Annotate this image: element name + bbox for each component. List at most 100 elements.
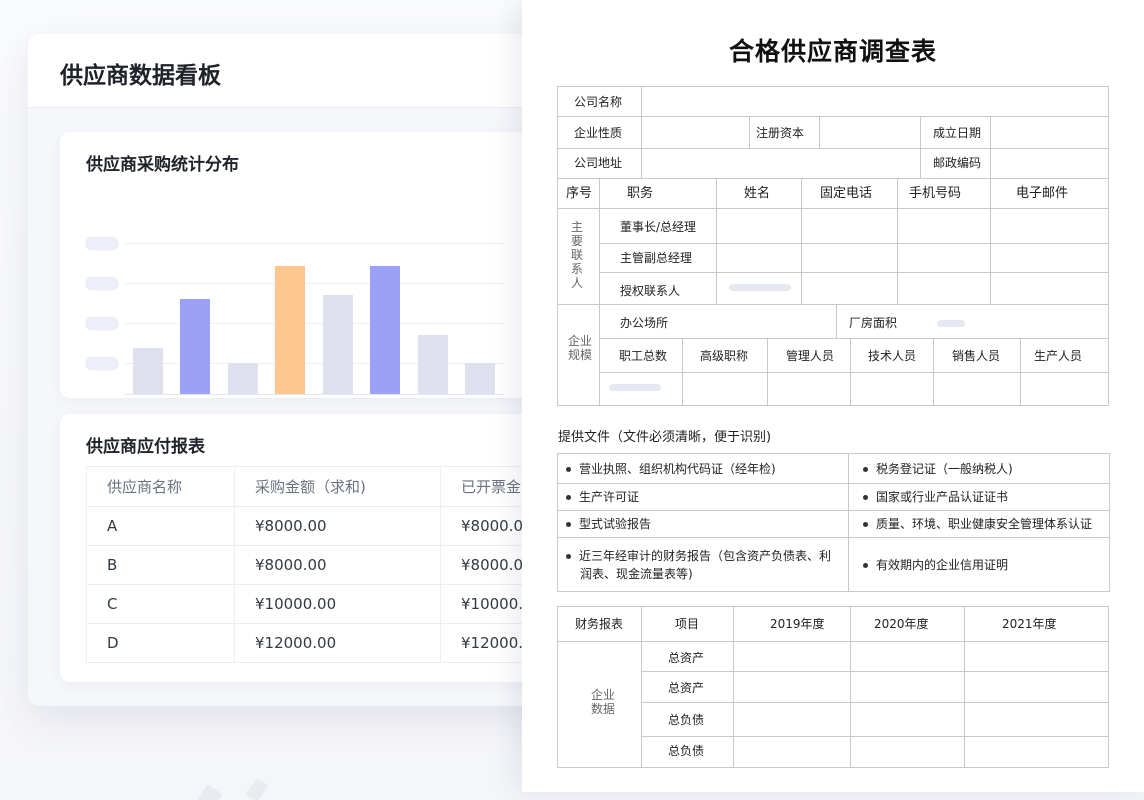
- grid-line: [557, 591, 1110, 592]
- purchase-amount-cell: ¥8000.00: [235, 546, 441, 585]
- grid-line: [599, 272, 1109, 273]
- doc-item: 税务登记证（一般纳税人): [863, 463, 1013, 475]
- registered-capital-label: 注册资本: [756, 127, 804, 139]
- grid-line: [599, 372, 1109, 373]
- purchase-amount-cell: ¥10000.00: [235, 585, 441, 624]
- grid-line: [557, 606, 1109, 607]
- doc-item: 有效期内的企业信用证明: [863, 559, 1008, 571]
- form-title: 合格供应商调查表: [522, 32, 1144, 68]
- payables-card: 供应商应付报表 供应商名称 采购金额（求和) 已开票金 A ¥8000.00 ¥…: [60, 414, 580, 682]
- bullet-icon: [863, 467, 868, 472]
- staff-header-sales: 销售人员: [952, 350, 1000, 362]
- table-row[interactable]: C ¥10000.00 ¥10000.: [87, 585, 561, 624]
- grid-line: [557, 178, 1109, 179]
- grid-line: [920, 116, 921, 178]
- grid-line: [716, 178, 717, 304]
- payables-card-title: 供应商应付报表: [86, 432, 205, 457]
- supplier-name-cell: A: [87, 507, 235, 546]
- grid-line: [836, 304, 837, 338]
- grid-line: [557, 86, 558, 406]
- bullet-icon: [566, 554, 571, 559]
- table-row[interactable]: D ¥12000.00 ¥12000.: [87, 624, 561, 663]
- grid-line: [848, 453, 849, 592]
- grid-line: [599, 243, 1109, 244]
- grid-line: [990, 116, 991, 178]
- staff-header-senior: 高级职称: [700, 350, 748, 362]
- company-type-label: 企业性质: [574, 127, 622, 139]
- dashboard-title: 供应商数据看板: [60, 56, 221, 90]
- grid-line: [801, 178, 802, 304]
- bullet-icon: [863, 495, 868, 500]
- purchase-amount-cell: ¥8000.00: [235, 507, 441, 546]
- main-contacts-label: 主要联系人: [570, 220, 584, 290]
- doc-item-text: 生产许可证: [579, 490, 639, 504]
- grid-line: [641, 606, 642, 768]
- y-axis-label-placeholder: [85, 237, 119, 251]
- grid-line: [557, 537, 1110, 538]
- chart-bar[interactable]: [323, 295, 353, 394]
- grid-line: [557, 767, 1109, 768]
- background-stripe: [246, 778, 269, 800]
- doc-item: 国家或行业产品认证证书: [863, 491, 1008, 503]
- postcode-label: 邮政编码: [933, 157, 981, 169]
- y-axis-label-placeholder: [85, 357, 119, 371]
- finance-header-2020: 2020年度: [874, 618, 929, 630]
- page-canvas: 供应商数据看板 供应商采购统计分布 供应商应付报表 供应商名称 采购金额（求和)…: [0, 0, 1144, 800]
- grid-line: [557, 453, 558, 592]
- name-placeholder-bar: [729, 284, 791, 291]
- grid-line: [1108, 606, 1109, 768]
- supplier-name-cell: B: [87, 546, 235, 585]
- grid-line: [641, 702, 1109, 703]
- chart-bar[interactable]: [228, 363, 258, 394]
- dashboard-header: 供应商数据看板: [28, 34, 588, 108]
- purchase-amount-cell: ¥12000.00: [235, 624, 441, 663]
- doc-item-text: 有效期内的企业信用证明: [876, 558, 1008, 572]
- contact-role-authorized: 授权联系人: [620, 285, 680, 297]
- finance-item: 总负债: [668, 745, 704, 757]
- staff-header-management: 管理人员: [786, 350, 834, 362]
- address-label: 公司地址: [574, 157, 622, 169]
- doc-item-text: 国家或行业产品认证证书: [876, 490, 1008, 504]
- grid-line: [1108, 86, 1109, 406]
- finance-header-report: 财务报表: [575, 618, 623, 630]
- background-stripe: [187, 784, 222, 800]
- purchase-chart-card: 供应商采购统计分布: [60, 132, 580, 398]
- grid-line: [557, 453, 1110, 454]
- grid-line: [557, 510, 1110, 511]
- chart-bar[interactable]: [418, 335, 448, 394]
- chart-bar[interactable]: [275, 266, 305, 394]
- y-axis-label-placeholder: [85, 277, 119, 291]
- doc-item: 型式试验报告: [566, 518, 651, 530]
- chart-bar[interactable]: [465, 363, 495, 394]
- grid-line: [1020, 338, 1021, 405]
- chart-bar[interactable]: [370, 266, 400, 394]
- finance-header-2021: 2021年度: [1002, 618, 1057, 630]
- chart-bar[interactable]: [133, 348, 163, 394]
- grid-line: [990, 178, 991, 304]
- table-row[interactable]: B ¥8000.00 ¥8000.0: [87, 546, 561, 585]
- founded-date-label: 成立日期: [933, 127, 981, 139]
- grid-line: [557, 208, 1109, 209]
- grid-line: [557, 641, 1109, 642]
- factory-area-placeholder-bar: [937, 320, 965, 327]
- contact-header-name: 姓名: [744, 187, 770, 200]
- purchase-bar-chart: [60, 132, 580, 398]
- factory-area-label: 厂房面积: [849, 317, 897, 329]
- contact-header-no: 序号: [566, 187, 592, 200]
- grid-line: [557, 405, 1109, 406]
- grid-line: [557, 116, 1109, 117]
- grid-line: [682, 338, 683, 405]
- column-header-purchase-amount[interactable]: 采购金额（求和): [235, 467, 441, 507]
- table-row[interactable]: A ¥8000.00 ¥8000.0: [87, 507, 561, 546]
- bullet-icon: [863, 522, 868, 527]
- staff-header-total: 职工总数: [619, 350, 667, 362]
- grid-line: [964, 606, 965, 768]
- column-header-supplier[interactable]: 供应商名称: [87, 467, 235, 507]
- payables-table: 供应商名称 采购金额（求和) 已开票金 A ¥8000.00 ¥8000.0 B…: [86, 466, 561, 663]
- grid-line: [557, 86, 1109, 87]
- supplier-name-cell: D: [87, 624, 235, 663]
- bullet-icon: [566, 522, 571, 527]
- office-area-label: 办公场所: [620, 317, 668, 329]
- chart-bar[interactable]: [180, 299, 210, 394]
- finance-item: 总资产: [668, 652, 704, 664]
